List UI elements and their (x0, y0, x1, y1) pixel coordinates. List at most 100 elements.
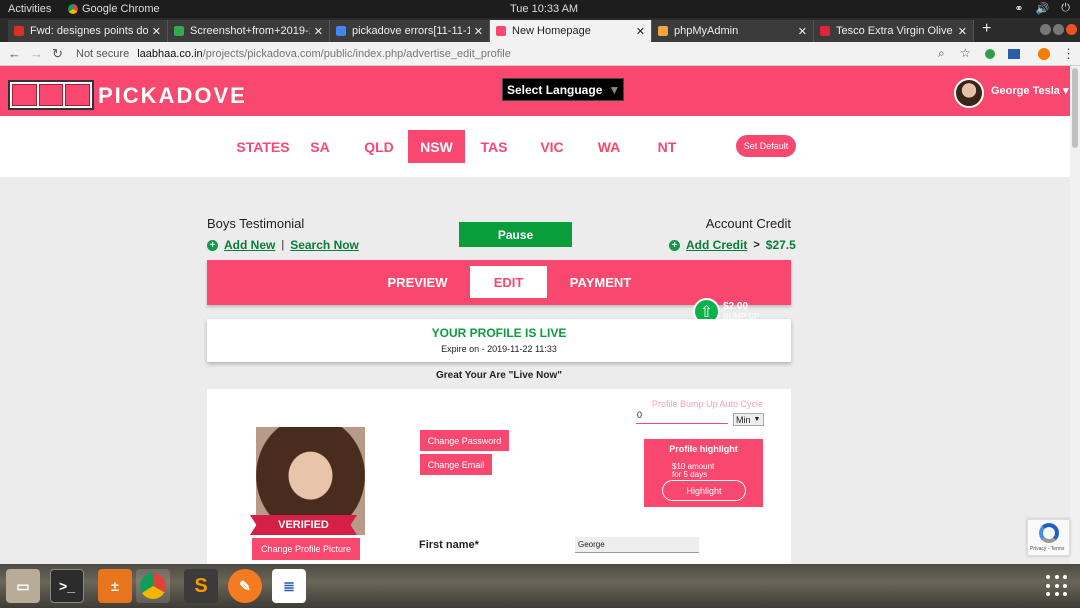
recaptcha-icon (1039, 523, 1059, 543)
dropdown-arrow-icon: ▼ (753, 416, 761, 423)
add-credit-link[interactable]: Add Credit (686, 238, 747, 252)
bookmark-star-icon[interactable]: ☆ (960, 46, 971, 60)
set-default-button[interactable]: Set Default (736, 135, 796, 157)
avatar[interactable] (954, 78, 984, 108)
tab-title: New Homepage (512, 25, 591, 37)
tab-edit[interactable]: EDIT (470, 266, 547, 298)
tab-payment[interactable]: PAYMENT (563, 266, 638, 298)
state-tab-sa[interactable]: SA (305, 130, 335, 163)
auto-cycle-input[interactable]: 0 (636, 410, 728, 424)
account-credit-title: Account Credit (705, 216, 791, 231)
docs-icon (336, 26, 346, 36)
drive-icon (174, 26, 184, 36)
state-tab-tas[interactable]: TAS (476, 130, 512, 163)
state-tab-nsw[interactable]: NSW (408, 130, 465, 163)
zoom-icon[interactable]: ⌕ (938, 46, 945, 61)
change-email-button[interactable]: Change Email (420, 454, 492, 475)
auto-cycle-unit-label: Min (736, 414, 751, 425)
browser-tab[interactable]: pickadove errors[11-11-19 ✕ (330, 20, 490, 42)
address-bar: ← → ↻ Not secure laabhaa.co.in/projects/… (0, 42, 1080, 66)
credit-links: + Add Credit > $27.5 (669, 238, 796, 252)
close-tab-icon[interactable]: ✕ (798, 25, 807, 38)
state-tab-qld[interactable]: QLD (360, 130, 398, 163)
auto-cycle-title: Profile Bump Up Auto Cycle (651, 399, 763, 409)
url-field[interactable]: Not secure laabhaa.co.in/projects/pickad… (76, 45, 966, 63)
browser-tab[interactable]: phpMyAdmin ✕ (652, 20, 814, 42)
close-tab-icon[interactable]: ✕ (314, 25, 323, 38)
browser-tab[interactable]: Fwd: designes points don ✕ (8, 20, 168, 42)
tab-preview[interactable]: PREVIEW (380, 266, 455, 298)
user-menu[interactable]: George Tesla ▾ (991, 84, 1068, 97)
profile-icon[interactable] (1038, 48, 1050, 60)
not-secure-label[interactable]: Not secure (76, 48, 129, 60)
volume-icon: 🔊 (1035, 3, 1050, 15)
chrome-dock-icon[interactable] (136, 569, 170, 603)
back-icon[interactable]: ← (8, 46, 21, 61)
change-password-button[interactable]: Change Password (420, 430, 509, 451)
language-select[interactable]: Select Language ▼ (502, 78, 624, 101)
close-tab-icon[interactable]: ✕ (958, 25, 967, 38)
tab-title: Screenshot+from+2019-1 (190, 25, 310, 37)
chrome-menu-icon[interactable]: ⋮ (1062, 46, 1075, 62)
username: George Tesla (991, 85, 1060, 97)
forward-icon[interactable]: → (30, 46, 43, 61)
add-icon: + (669, 239, 680, 251)
logo-icon[interactable] (8, 80, 94, 110)
terminal-icon[interactable]: >_ (50, 569, 84, 603)
chrome-icon (68, 4, 78, 14)
clock[interactable]: Tue 10:33 AM (510, 3, 578, 15)
search-now-link[interactable]: Search Now (290, 238, 359, 252)
writer-icon[interactable]: ≣ (272, 569, 306, 603)
pickadove-favicon (496, 26, 506, 36)
logo-text[interactable]: PICKADOVE (98, 83, 247, 109)
pause-button[interactable]: Pause (459, 222, 572, 247)
add-new-link[interactable]: Add New (224, 238, 275, 252)
state-tab-vic[interactable]: VIC (535, 130, 569, 163)
tab-title: Tesco Extra Virgin Olive O (836, 25, 954, 37)
sublime-text-icon[interactable]: S (184, 569, 218, 603)
verified-badge: VERIFIED (250, 515, 357, 535)
extension-icon[interactable] (1008, 49, 1020, 59)
close-tab-icon[interactable]: ✕ (152, 25, 161, 38)
change-profile-picture-button[interactable]: Change Profile Picture (252, 538, 360, 560)
close-tab-icon[interactable]: ✕ (474, 25, 483, 38)
testimonial-title: Boys Testimonial (207, 216, 305, 231)
recaptcha-text[interactable]: Privacy - Terms (1030, 546, 1064, 552)
add-icon: + (207, 239, 218, 251)
power-icon: ⏻ (1061, 2, 1070, 14)
postman-icon[interactable]: ✎ (228, 569, 262, 603)
close-tab-icon[interactable]: ✕ (636, 25, 645, 38)
state-nav-label[interactable]: STATES (233, 130, 293, 163)
first-name-field[interactable]: George (575, 537, 699, 553)
dropdown-arrow-icon: ▼ (608, 82, 621, 97)
show-applications-icon[interactable] (1046, 575, 1068, 597)
auto-cycle-unit-select[interactable]: Min ▼ (733, 413, 764, 426)
tab-strip: Fwd: designes points don ✕ Screenshot+fro… (0, 18, 1080, 42)
browser-tab[interactable]: Tesco Extra Virgin Olive O ✕ (814, 20, 974, 42)
scrollbar-thumb[interactable] (1072, 68, 1078, 148)
files-icon[interactable]: ▭ (6, 569, 40, 603)
state-tab-wa[interactable]: WA (594, 130, 624, 163)
state-tab-nt[interactable]: NT (652, 130, 682, 163)
minimize-window-icon[interactable] (1040, 24, 1051, 35)
extension-icon[interactable] (985, 49, 995, 59)
first-name-label: First name* (419, 539, 479, 551)
reload-icon[interactable]: ↻ (52, 46, 63, 62)
language-select-label: Select Language (507, 82, 603, 97)
caret-down-icon: ▾ (1062, 85, 1069, 97)
new-tab-button[interactable]: + (982, 20, 991, 38)
calculator-icon[interactable]: ± (98, 569, 132, 603)
recaptcha-badge[interactable]: Privacy - Terms (1027, 519, 1070, 556)
app-name: Google Chrome (82, 3, 160, 15)
browser-tab[interactable]: Screenshot+from+2019-1 ✕ (168, 20, 330, 42)
url-host: laabhaa.co.in (137, 48, 203, 60)
highlight-title: Profile highlight (669, 444, 738, 454)
system-tray[interactable]: ⚭ 🔊 ⏻ (1014, 2, 1070, 15)
browser-tab-active[interactable]: New Homepage ✕ (490, 20, 652, 42)
network-icon: ⚭ (1014, 3, 1024, 15)
highlight-button[interactable]: Highlight (662, 480, 746, 501)
close-window-icon[interactable] (1066, 24, 1077, 35)
activities-button[interactable]: Activities (8, 3, 51, 15)
maximize-window-icon[interactable] (1053, 24, 1064, 35)
app-menu[interactable]: Google Chrome (68, 3, 160, 15)
